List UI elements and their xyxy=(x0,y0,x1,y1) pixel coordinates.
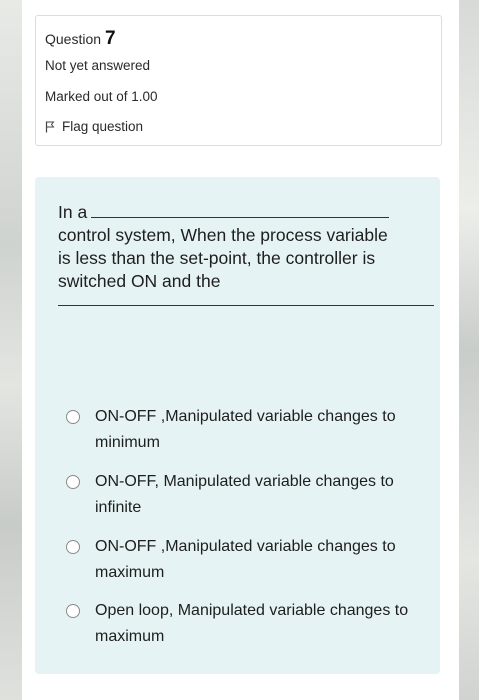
question-number-value: 7 xyxy=(105,28,116,49)
answer-option-label[interactable]: ON-OFF ,Manipulated variable changes to … xyxy=(95,534,415,585)
background-left xyxy=(0,0,22,700)
answer-blank-2 xyxy=(58,305,434,306)
question-text-body: control system, When the process variabl… xyxy=(58,225,388,291)
radio-unselected-icon[interactable] xyxy=(66,410,80,424)
answer-option-label[interactable]: ON-OFF, Manipulated variable changes to … xyxy=(95,469,415,520)
radio-unselected-icon[interactable] xyxy=(66,604,80,618)
radio-unselected-icon[interactable] xyxy=(66,475,80,489)
question-number: Question 7 xyxy=(45,28,116,50)
flag-icon xyxy=(45,121,55,132)
flag-question-link[interactable]: Flag question xyxy=(45,119,143,134)
question-state: Not yet answered xyxy=(45,58,151,73)
answer-option-2[interactable]: ON-OFF, Manipulated variable changes to … xyxy=(66,469,415,520)
quiz-page: Question 7 Not yet answered Marked out of… xyxy=(22,0,459,700)
answer-option-label[interactable]: Open loop, Manipulated variable changes … xyxy=(95,598,415,649)
answer-option-label[interactable]: ON-OFF ,Manipulated variable changes to … xyxy=(95,404,415,455)
answer-option-4[interactable]: Open loop, Manipulated variable changes … xyxy=(66,598,415,649)
question-grade: Marked out of 1.00 xyxy=(45,89,158,104)
question-info-panel: Question 7 Not yet answered Marked out of… xyxy=(35,15,442,146)
question-text: In a control system, When the process va… xyxy=(58,201,393,293)
question-text-start: In a xyxy=(58,202,88,222)
flag-question-label: Flag question xyxy=(62,119,144,134)
answer-option-1[interactable]: ON-OFF ,Manipulated variable changes to … xyxy=(66,404,415,455)
answer-option-3[interactable]: ON-OFF ,Manipulated variable changes to … xyxy=(66,534,415,585)
question-content: In a control system, When the process va… xyxy=(35,177,440,674)
radio-unselected-icon[interactable] xyxy=(66,540,80,554)
background-right xyxy=(459,0,479,700)
question-label: Question xyxy=(45,31,102,47)
answer-blank-1 xyxy=(91,201,390,218)
